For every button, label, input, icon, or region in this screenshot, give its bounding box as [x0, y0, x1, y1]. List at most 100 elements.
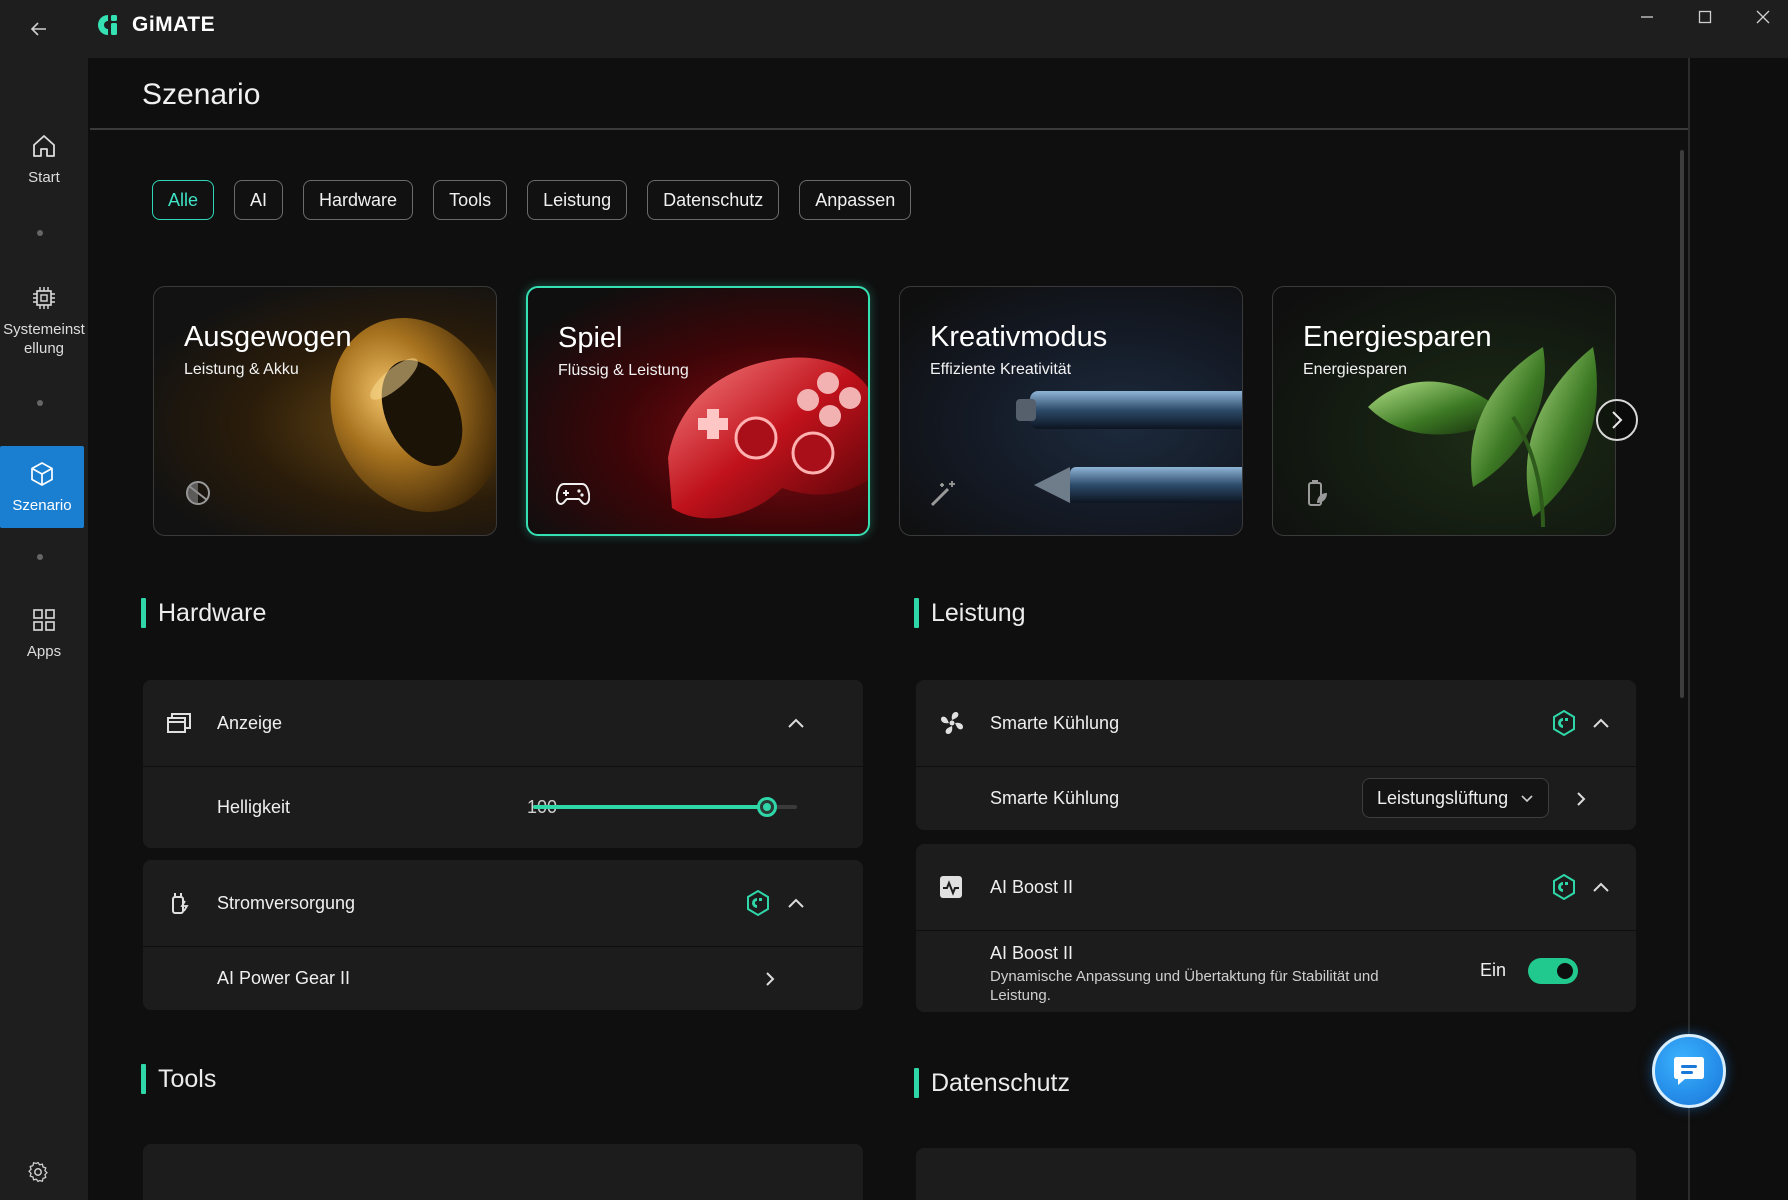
gimate-badge-icon — [1553, 710, 1575, 736]
section-title: Datenschutz — [931, 1068, 1070, 1097]
chat-bubble-icon — [1674, 1057, 1704, 1085]
boost-row-title: AI Boost II — [990, 943, 1074, 963]
section-title: Tools — [158, 1064, 217, 1093]
boost-panel: AI Boost II AI Boost II Dynamische Anpas… — [916, 844, 1636, 1012]
carousel-next-button[interactable] — [1596, 399, 1638, 441]
fan-icon — [941, 712, 963, 734]
pulse-icon — [940, 876, 962, 898]
chat-assistant-button[interactable] — [1652, 1034, 1726, 1108]
boost-state-label: Ein — [1480, 960, 1507, 980]
power-gear-label: AI Power Gear II — [217, 968, 351, 988]
maximize-icon — [1698, 10, 1712, 24]
boost-header-row[interactable]: AI Boost II — [916, 844, 1636, 930]
minimize-button[interactable] — [1618, 0, 1676, 34]
settings-button[interactable] — [26, 1160, 50, 1189]
filter-chip-leistung[interactable]: Leistung — [527, 180, 628, 220]
scenario-card-ausgewogen[interactable]: Ausgewogen Leistung & Akku — [153, 286, 497, 536]
sidebar-item-label: Apps — [26, 643, 62, 660]
balance-icon — [182, 477, 214, 514]
battery-leaf-icon — [1301, 477, 1333, 514]
grid-icon — [33, 609, 55, 631]
power-gear-row[interactable]: AI Power Gear II — [143, 947, 863, 1010]
filter-chip-datenschutz[interactable]: Datenschutz — [647, 180, 780, 220]
filter-chip-alle[interactable]: Alle — [152, 180, 215, 220]
boost-toggle[interactable] — [1528, 958, 1578, 984]
chevron-down-icon — [1521, 795, 1533, 803]
nav-separator-dot — [37, 554, 43, 560]
chevron-right-icon — [766, 971, 775, 986]
cooling-mode-value: Leistungslüftung — [1377, 787, 1509, 808]
scenario-card-energiesparen[interactable]: Energiesparen Energiesparen — [1272, 286, 1616, 536]
page-title: Szenario — [142, 78, 261, 111]
power-panel: Stromversorgung AI Power Gear II — [143, 860, 863, 1010]
filter-chip-hardware[interactable]: Hardware — [303, 180, 414, 220]
arrow-left-icon — [30, 22, 46, 36]
sidebar-item-label: Start — [28, 169, 60, 186]
section-header-tools: Tools — [141, 1064, 216, 1094]
card-title: Ausgewogen — [184, 321, 352, 353]
sidebar-item-system-settings[interactable]: Systemeinst ellung — [0, 284, 88, 358]
card-title: Spiel — [558, 322, 623, 354]
power-header-row[interactable]: Stromversorgung — [143, 860, 863, 946]
card-subtitle: Flüssig & Leistung — [558, 362, 689, 379]
nav-separator-dot — [37, 400, 43, 406]
display-icon — [167, 713, 191, 733]
filter-chip-ai[interactable]: AI — [234, 180, 284, 220]
cooling-panel: Smarte Kühlung Smarte Kühlung Leistungsl… — [916, 680, 1636, 830]
chevron-up-icon — [1593, 882, 1609, 892]
cooling-mode-select[interactable]: Leistungslüftung — [1362, 778, 1550, 818]
section-header-hardware: Hardware — [141, 598, 266, 628]
card-title: Energiesparen — [1303, 321, 1492, 353]
chevron-right-icon — [1612, 411, 1623, 429]
right-divider — [1688, 58, 1690, 1200]
chevron-right-icon[interactable] — [1576, 791, 1586, 807]
section-title: Hardware — [158, 598, 267, 627]
section-header-datenschutz: Datenschutz — [914, 1068, 1070, 1098]
scenario-card-spiel[interactable]: Spiel Flüssig & Leistung — [526, 286, 870, 536]
app-brand: GiMATE — [98, 13, 215, 37]
boost-text: AI Boost II Dynamische Anpassung und Übe… — [990, 943, 1420, 1005]
sidebar-item-label: Systemeinst ellung — [3, 321, 85, 357]
cooling-mode-row: Smarte Kühlung Leistungslüftung — [916, 767, 1636, 830]
boost-label: AI Boost II — [990, 876, 1074, 897]
back-button[interactable] — [22, 12, 56, 46]
sidebar-item-label: Szenario — [12, 496, 72, 514]
power-plug-icon — [172, 893, 189, 914]
home-icon — [33, 135, 55, 157]
chip-icon — [33, 287, 55, 309]
cooling-header-row[interactable]: Smarte Kühlung — [916, 680, 1636, 766]
power-label: Stromversorgung — [217, 892, 356, 913]
app-name: GiMATE — [132, 13, 216, 36]
title-bar: GiMATE — [0, 0, 1788, 58]
brightness-slider[interactable] — [533, 797, 797, 817]
display-panel: Anzeige Helligkeit 100 — [143, 680, 863, 848]
card-subtitle: Leistung & Akku — [184, 361, 299, 378]
card-subtitle: Energiesparen — [1303, 361, 1408, 378]
scenario-card-kreativmodus[interactable]: Kreativmodus Effiziente Kreativität — [899, 286, 1243, 536]
filter-chip-anpassen[interactable]: Anpassen — [799, 180, 912, 220]
filter-chips: Alle AI Hardware Tools Leistung Datensch… — [152, 180, 912, 220]
tools-panel — [143, 1144, 863, 1200]
close-button[interactable] — [1734, 0, 1788, 34]
sidebar: Start Systemeinst ellung Szenario Apps — [0, 58, 88, 1200]
sidebar-item-start[interactable]: Start — [0, 132, 88, 187]
brightness-row: Helligkeit 100 — [143, 767, 863, 848]
chevron-up-icon — [788, 898, 804, 908]
gimate-badge-icon — [747, 890, 769, 916]
section-header-leistung: Leistung — [914, 598, 1026, 628]
brightness-slider-fill — [533, 805, 767, 809]
boost-row-description: Dynamische Anpassung und Übertaktung für… — [990, 968, 1379, 1004]
brightness-slider-knob[interactable] — [757, 797, 777, 817]
gimate-logo-icon — [98, 15, 117, 35]
privacy-panel — [916, 1148, 1636, 1200]
sidebar-item-apps[interactable]: Apps — [0, 606, 88, 661]
scrollbar-thumb[interactable] — [1680, 150, 1684, 698]
gamepad-icon — [555, 478, 591, 513]
brightness-label: Helligkeit — [217, 797, 291, 817]
sidebar-item-scenario[interactable]: Szenario — [0, 446, 84, 528]
display-header-row[interactable]: Anzeige — [143, 680, 863, 766]
title-divider — [90, 128, 1688, 130]
card-subtitle: Effiziente Kreativität — [930, 361, 1072, 378]
maximize-button[interactable] — [1676, 0, 1734, 34]
filter-chip-tools[interactable]: Tools — [433, 180, 508, 220]
